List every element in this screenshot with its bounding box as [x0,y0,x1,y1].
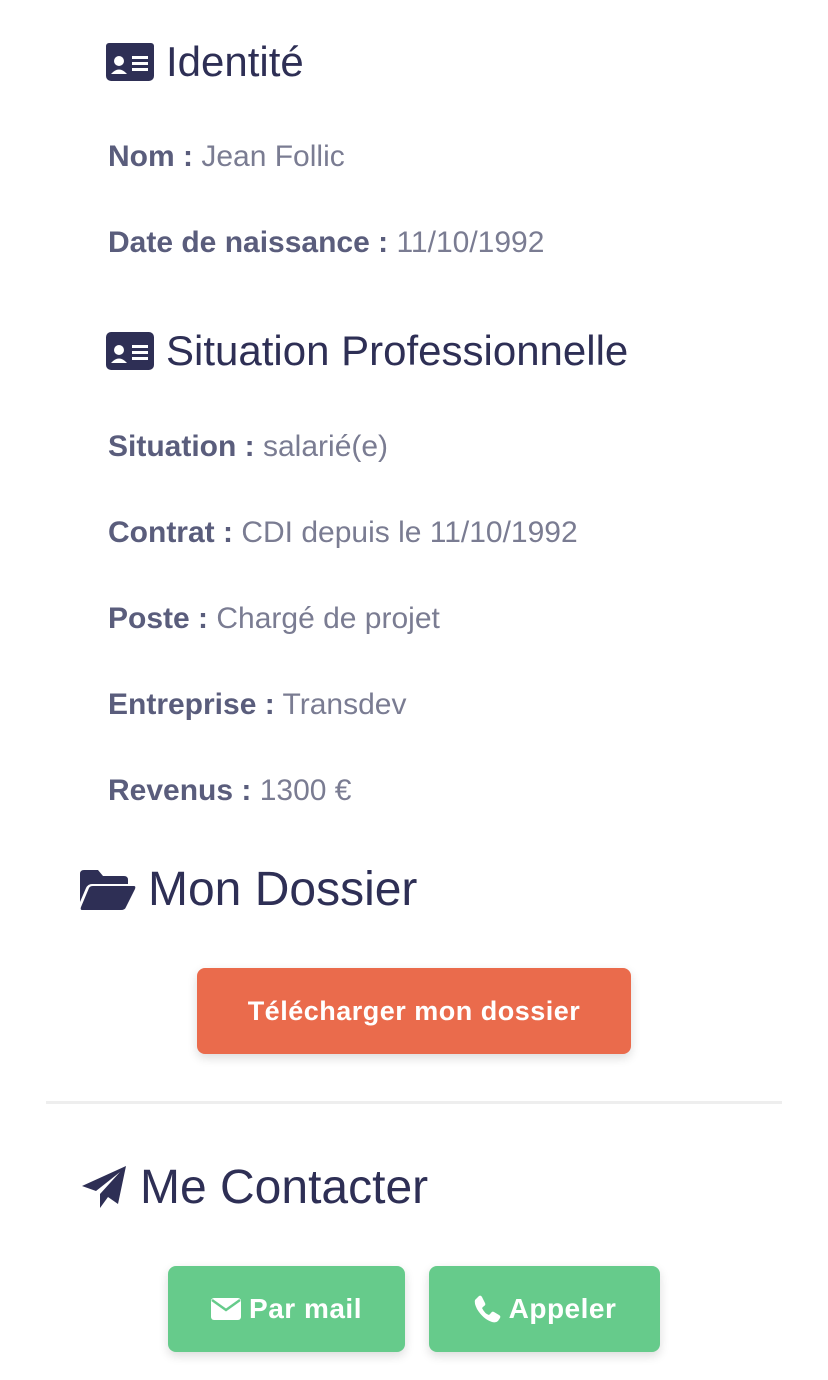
envelope-icon [211,1298,242,1320]
id-card-icon [106,43,154,81]
field-value: 1300 € [259,774,352,807]
field-label: Entreprise : [108,688,275,721]
contact-call-label: Appeler [508,1293,617,1324]
identity-title: Identité [166,38,304,85]
field-label: Revenus : [108,774,252,807]
paper-plane-icon [80,1164,128,1212]
field-label: Poste : [108,602,209,635]
field-poste: Poste : Chargé de projet [108,602,440,636]
field-value: 11/10/1992 [396,226,545,259]
contact-mail-label: Par mail [249,1293,362,1324]
id-card-icon [106,332,154,370]
section-divider [46,1101,782,1104]
contact-mail-button[interactable]: Par mail [168,1266,405,1352]
field-value: Jean Follic [201,140,345,173]
field-value: Chargé de projet [216,602,440,635]
contact-heading: Me Contacter [80,1160,428,1215]
field-situation: Situation : salarié(e) [108,430,388,464]
field-label: Contrat : [108,516,233,549]
download-dossier-label: Télécharger mon dossier [247,995,581,1026]
field-value: salarié(e) [263,430,389,463]
profile-page: Identité Nom : Jean Follic Date de naiss… [0,0,828,1380]
contact-call-button[interactable]: Appeler [429,1266,660,1352]
phone-icon [473,1295,501,1323]
download-dossier-button[interactable]: Télécharger mon dossier [197,968,631,1054]
folder-open-icon [80,869,136,910]
field-value: CDI depuis le 11/10/1992 [241,516,578,549]
contact-title: Me Contacter [140,1161,429,1214]
field-label: Nom : [108,140,193,173]
dossier-title: Mon Dossier [148,863,418,916]
field-nom: Nom : Jean Follic [108,140,345,174]
field-date-naissance: Date de naissance : 11/10/1992 [108,226,544,260]
field-entreprise: Entreprise : Transdev [108,688,406,722]
field-contrat: Contrat : CDI depuis le 11/10/1992 [108,516,578,550]
field-label: Situation : [108,430,255,463]
professional-title: Situation Professionnelle [166,327,629,374]
dossier-heading: Mon Dossier [80,862,417,917]
field-revenus: Revenus : 1300 € [108,774,352,808]
field-value: Transdev [282,688,407,721]
identity-heading: Identité [106,38,304,86]
professional-heading: Situation Professionnelle [106,327,628,375]
field-label: Date de naissance : [108,226,389,259]
